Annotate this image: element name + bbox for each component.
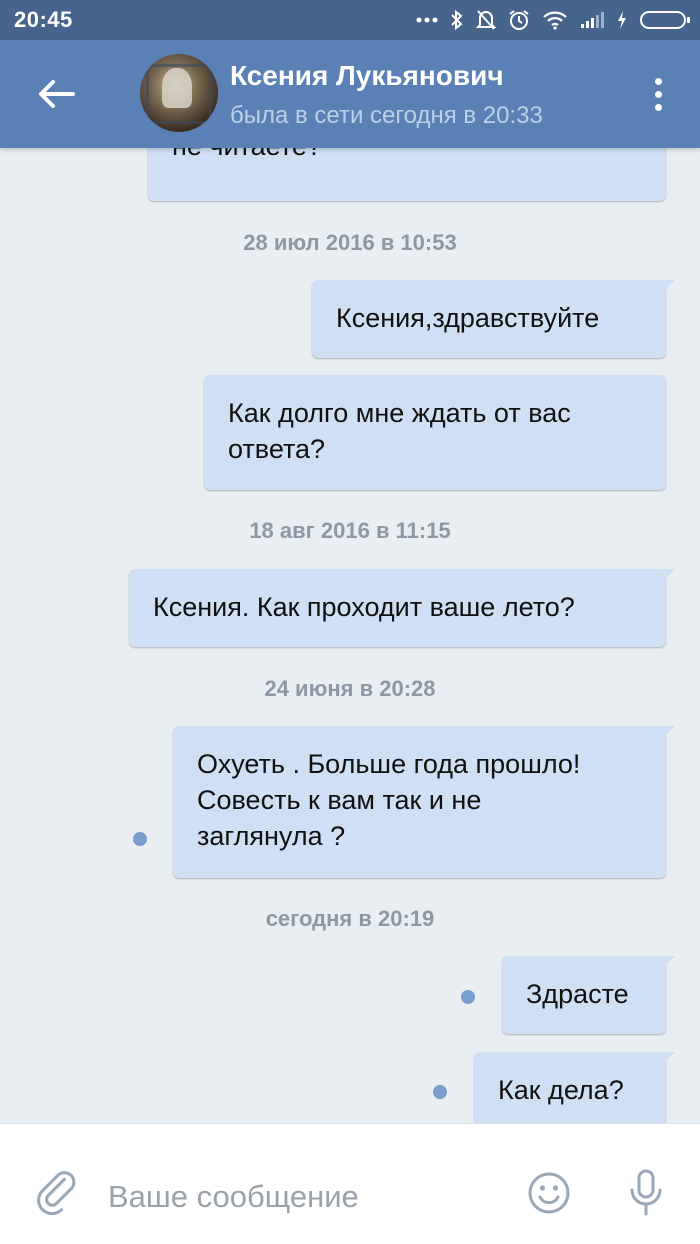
emoji-button[interactable] [526,1170,572,1216]
message-text-line: заглянула ? [197,821,346,851]
charging-icon [616,10,628,30]
back-button[interactable] [28,70,84,118]
alarm-icon [508,9,530,31]
message-input[interactable] [108,1174,498,1220]
smiley-icon [528,1172,570,1214]
date-separator: 28 июл 2016 в 10:53 [243,230,457,255]
message-text: Как дела? [498,1075,624,1105]
avatar-figure [162,68,192,108]
avatar[interactable] [140,54,218,132]
message-text-line: Как долго мне ждать от вас [228,398,571,428]
unread-indicator [433,1085,447,1099]
more-vert-icon [654,77,662,85]
message-bubble[interactable]: Как дела? [474,1052,675,1123]
message-text: Ксения. Как проходит ваше лето? [153,592,575,622]
wifi-icon [542,10,568,30]
message-text-line: Охуеть . Больше года прошло! [197,749,581,779]
contact-status: была в сети сегодня в 20:33 [230,102,543,129]
back-arrow-icon [39,80,75,108]
more-dots-icon [416,16,438,24]
message-bubble[interactable]: Ксения,здравствуйте [312,280,675,358]
status-bar: 20:45 [0,0,700,40]
signal-icon [580,11,604,29]
message-bubble[interactable]: Охуеть . Больше года прошло! Совесть к в… [173,726,675,878]
message-bubble[interactable]: Ксения. Как проходит ваше лето? [129,569,675,647]
message-text: Здрасте [526,979,629,1009]
message-text: не читаете? [172,148,322,164]
unread-indicator [461,990,475,1004]
message-bubble[interactable]: не читаете? [148,148,666,201]
contact-name[interactable]: Ксения Лукьянович [230,60,504,92]
message-bubble[interactable]: Как долго мне ждать от вас ответа? [204,375,666,490]
more-options-button[interactable] [640,70,676,118]
composer-bar [0,1123,700,1244]
paperclip-icon [37,1171,76,1216]
mute-bell-icon [476,9,496,31]
battery-icon [640,11,690,29]
bluetooth-icon [450,9,464,31]
voice-message-button[interactable] [624,1168,668,1218]
status-icons [416,9,690,31]
message-bubble[interactable]: Здрасте [502,956,675,1034]
date-separator: 24 июня в 20:28 [264,676,436,701]
date-separator: 18 авг 2016 в 11:15 [249,518,451,543]
unread-indicator [133,832,147,846]
attach-button[interactable] [34,1170,82,1218]
chat-header: Ксения Лукьянович была в сети сегодня в … [0,40,700,148]
date-separator: сегодня в 20:19 [265,906,435,931]
message-text-line: Совесть к вам так и не [197,785,482,815]
message-list[interactable]: не читаете? 28 июл 2016 в 10:53 Ксения,з… [0,148,700,1123]
message-text-line: ответа? [228,434,326,464]
message-text: Ксения,здравствуйте [336,303,600,333]
microphone-icon [630,1169,662,1216]
status-time: 20:45 [14,7,73,32]
